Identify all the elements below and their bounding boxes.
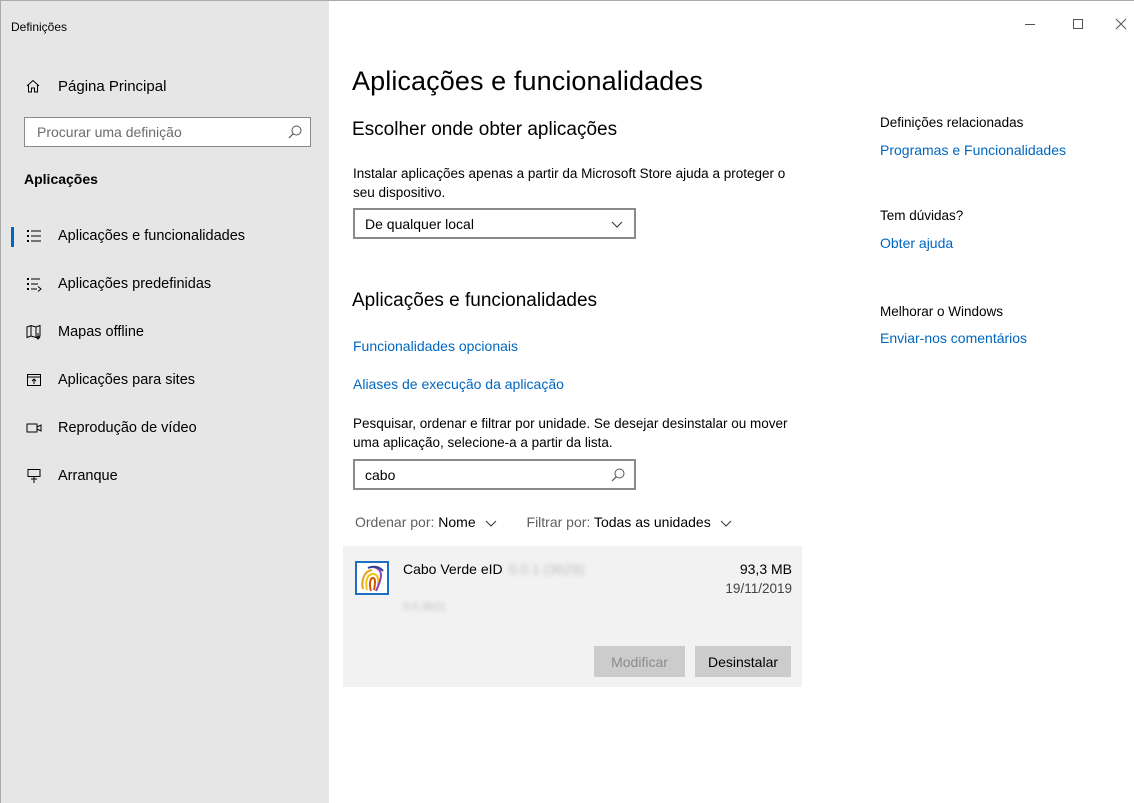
startup-icon: [27, 469, 41, 483]
app-name: Cabo Verde eID 0.0.1 (3629): [403, 561, 584, 577]
app-install-date: 19/11/2019: [725, 581, 792, 596]
sidebar: Definições Página Principal Aplicações A…: [1, 1, 329, 803]
sidebar-item-apps-websites[interactable]: Aplicações para sites: [2, 358, 328, 402]
app-execution-aliases-link[interactable]: Aliases de execução da aplicação: [353, 376, 564, 392]
sidebar-item-startup[interactable]: Arranque: [2, 454, 328, 498]
app-search-input[interactable]: [355, 466, 610, 483]
get-help-link[interactable]: Obter ajuda: [880, 235, 953, 251]
sidebar-item-label: Aplicações e funcionalidades: [58, 228, 246, 244]
app-size: 93,3 MB: [739, 561, 792, 577]
sidebar-item-label: Aplicações para sites: [58, 372, 196, 388]
video-playback-icon: [26, 423, 42, 433]
sidebar-item-apps-features[interactable]: Aplicações e funcionalidades: [2, 214, 328, 258]
sort-by-control[interactable]: Ordenar por: Nome: [355, 514, 497, 530]
app-version-blurred: 0.0.1 (3629): [508, 561, 585, 577]
window-title: Definições: [11, 20, 68, 34]
offline-maps-icon: [26, 324, 41, 340]
send-feedback-link[interactable]: Enviar-nos comentários: [880, 330, 1027, 346]
modify-button[interactable]: Modificar: [594, 646, 685, 677]
filter-by-control[interactable]: Filtrar por: Todas as unidades: [527, 514, 732, 530]
sidebar-item-offline-maps[interactable]: Mapas offline: [2, 310, 328, 354]
sidebar-item-video-playback[interactable]: Reprodução de vídeo: [2, 406, 328, 450]
choose-source-heading: Escolher onde obter aplicações: [352, 119, 618, 140]
sidebar-item-label: Mapas offline: [58, 324, 144, 340]
close-icon[interactable]: [1114, 17, 1128, 31]
home-label: Página Principal: [58, 77, 167, 95]
sidebar-item-label: Aplicações predefinidas: [58, 276, 212, 292]
app-icon: [355, 561, 389, 595]
apps-for-websites-icon: [27, 374, 41, 386]
sort-value: Nome: [438, 514, 476, 530]
app-list-item-selected[interactable]: Cabo Verde eID 0.0.1 (3629) 0.0.3621 93,3…: [343, 546, 802, 687]
improve-windows-heading: Melhorar o Windows: [880, 304, 1004, 319]
chevron-down-icon: [720, 520, 731, 528]
home-icon: [26, 79, 40, 93]
apps-features-heading: Aplicações e funcionalidades: [352, 290, 598, 311]
filter-description: Pesquisar, ordenar e filtrar por unidade…: [353, 416, 788, 450]
sidebar-item-default-apps[interactable]: Aplicações predefinidas: [2, 262, 328, 306]
maximize-icon[interactable]: [1071, 17, 1085, 31]
related-settings-title: Definições relacionadas: [880, 115, 1024, 130]
app-search-box[interactable]: [353, 459, 636, 490]
search-icon[interactable]: [610, 467, 626, 483]
sidebar-section-title: Aplicações: [24, 171, 98, 187]
app-publisher-blurred: 0.0.3621: [403, 601, 446, 613]
app-source-dropdown[interactable]: De qualquer local: [353, 208, 636, 239]
minimize-icon[interactable]: [1023, 17, 1037, 31]
chevron-down-icon: [611, 221, 623, 228]
sidebar-item-label: Reprodução de vídeo: [58, 420, 197, 436]
uninstall-button[interactable]: Desinstalar: [695, 646, 791, 677]
default-apps-icon: [27, 278, 42, 292]
settings-search-input[interactable]: [25, 124, 287, 140]
fingerprint-icon: [361, 565, 384, 592]
chevron-down-icon: [485, 520, 496, 528]
choose-source-description: Instalar aplicações apenas a partir da M…: [353, 166, 786, 200]
sort-label: Ordenar por:: [355, 514, 435, 530]
optional-features-link[interactable]: Funcionalidades opcionais: [353, 338, 518, 354]
search-icon[interactable]: [287, 124, 303, 140]
sidebar-item-label: Arranque: [58, 468, 118, 484]
questions-heading: Tem dúvidas?: [880, 208, 964, 223]
app-source-value: De qualquer local: [365, 215, 474, 232]
programs-features-link[interactable]: Programas e Funcionalidades: [880, 142, 1066, 158]
app-name-text: Cabo Verde eID: [403, 561, 503, 577]
sort-filter-row: Ordenar por: Nome Filtrar por: Todas as …: [355, 514, 732, 530]
settings-search-box[interactable]: [24, 117, 311, 147]
home-link[interactable]: Página Principal: [25, 75, 166, 97]
filter-drive-value: Todas as unidades: [593, 514, 711, 530]
page-title: Aplicações e funcionalidades: [352, 66, 704, 96]
filter-label: Filtrar por:: [526, 514, 591, 530]
apps-list-icon: [27, 230, 41, 242]
